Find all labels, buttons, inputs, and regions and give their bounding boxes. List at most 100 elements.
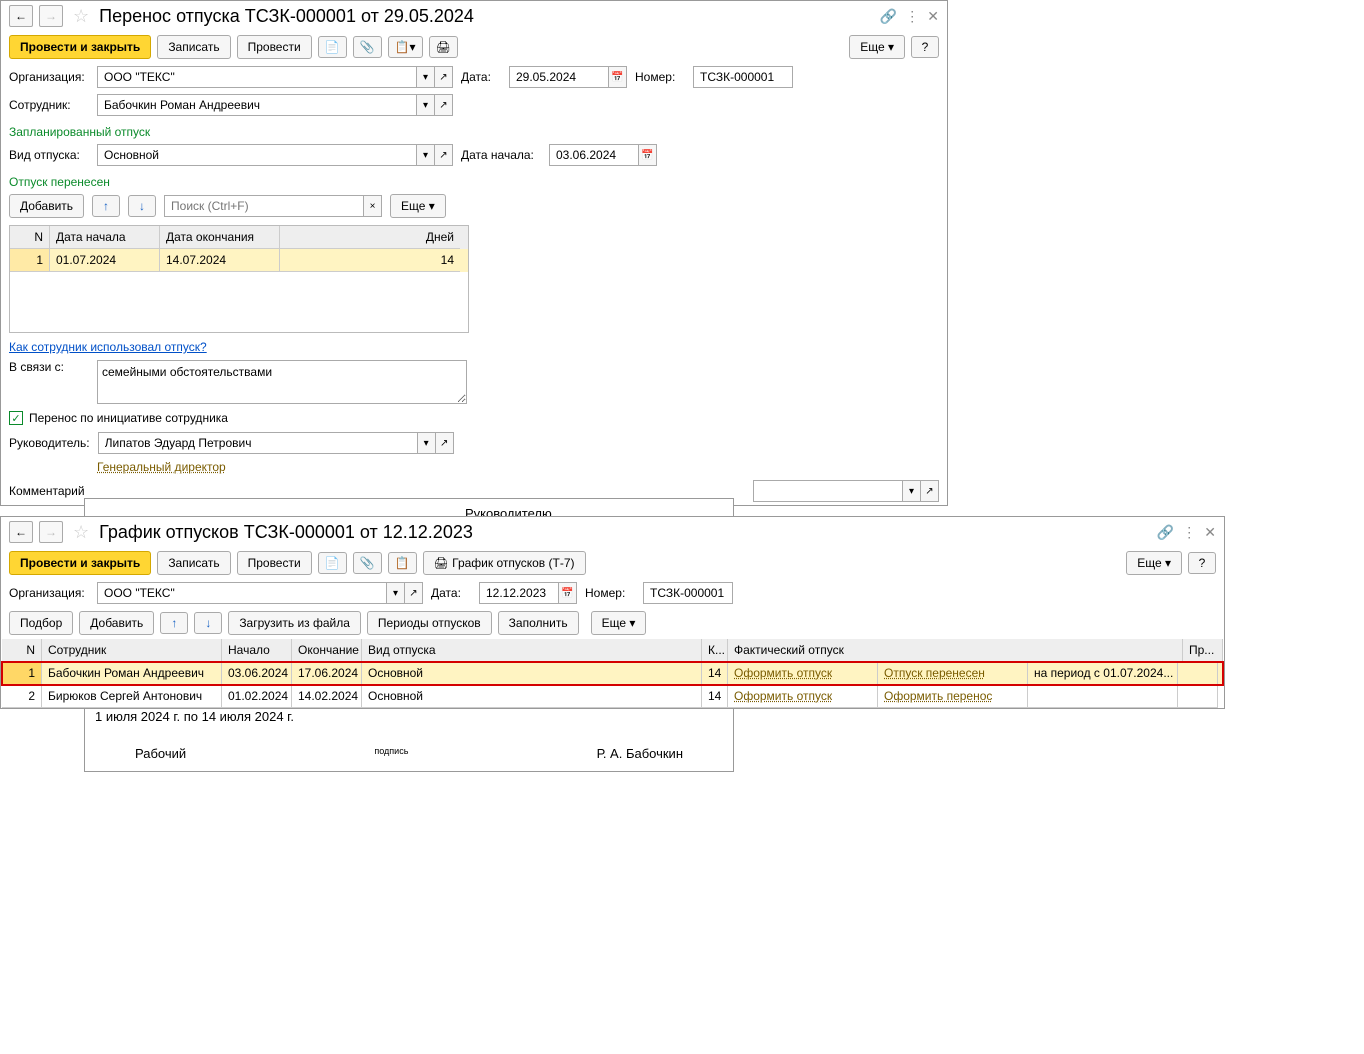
td-days: 14	[280, 249, 460, 272]
date-input[interactable]	[509, 66, 609, 88]
grid-row[interactable]: 2 Бирюков Сергей Антонович 01.02.2024 14…	[2, 685, 1223, 708]
date-calendar-button-2[interactable]: 📅	[559, 582, 577, 604]
move-up-button-2[interactable]: ↑	[160, 612, 188, 634]
save-button-2[interactable]: Записать	[157, 551, 230, 575]
table-more-button[interactable]: Еще ▾	[390, 194, 446, 218]
employee-input[interactable]	[97, 94, 417, 116]
post-and-close-button-2[interactable]: Провести и закрыть	[9, 551, 151, 575]
close-icon[interactable]: ✕	[927, 8, 939, 25]
search-clear-button[interactable]: ×	[364, 195, 382, 217]
th-days[interactable]: Дней	[280, 226, 460, 249]
close-icon-2[interactable]: ✕	[1204, 524, 1216, 541]
start-date-calendar-button[interactable]: 📅	[639, 144, 657, 166]
grid-more-button[interactable]: Еще ▾	[591, 611, 647, 635]
table-row[interactable]: 1 01.07.2024 14.07.2024 14	[10, 249, 468, 272]
org-input-2[interactable]	[97, 582, 387, 604]
th-n[interactable]: N	[10, 226, 50, 249]
document-icon-button-2[interactable]: 📄	[318, 552, 347, 574]
help-button[interactable]: ?	[911, 36, 939, 58]
more-button[interactable]: Еще ▾	[849, 35, 905, 59]
responsible-dropdown-button[interactable]: ▾	[903, 480, 921, 502]
schedule-grid: N Сотрудник Начало Окончание Вид отпуска…	[2, 639, 1223, 708]
link-icon[interactable]: 🔗	[880, 8, 897, 25]
attach-icon-button-2[interactable]: 📎	[353, 552, 382, 574]
responsible-input[interactable]	[753, 480, 903, 502]
org-dropdown-button-2[interactable]: ▾	[387, 582, 405, 604]
number-input-2[interactable]	[643, 582, 733, 604]
org-open-button[interactable]: ↗	[435, 66, 453, 88]
nav-back-button[interactable]: ←	[9, 5, 33, 27]
gh-n[interactable]: N	[2, 639, 42, 662]
post-button-2[interactable]: Провести	[237, 551, 312, 575]
add-button[interactable]: Добавить	[9, 194, 84, 218]
gh-fact[interactable]: Фактический отпуск	[728, 639, 1183, 662]
start-date-input[interactable]	[549, 144, 639, 166]
number-label: Номер:	[635, 70, 685, 84]
kebab-icon[interactable]: ⋮	[905, 8, 919, 25]
nav-forward-button-2[interactable]: →	[39, 521, 63, 543]
move-up-button[interactable]: ↑	[92, 195, 120, 217]
usage-link[interactable]: Как сотрудник использовал отпуск?	[9, 340, 207, 354]
nav-forward-button[interactable]: →	[39, 5, 63, 27]
periods-button[interactable]: Периоды отпусков	[367, 611, 492, 635]
th-start[interactable]: Дата начала	[50, 226, 160, 249]
gh-type[interactable]: Вид отпуска	[362, 639, 702, 662]
nav-back-button-2[interactable]: ←	[9, 521, 33, 543]
gd-type: Основной	[362, 685, 702, 708]
search-input[interactable]	[164, 195, 364, 217]
attach-icon-button[interactable]: 📎	[353, 36, 382, 58]
save-button[interactable]: Записать	[157, 35, 230, 59]
periods-table: N Дата начала Дата окончания Дней 1 01.0…	[9, 225, 469, 333]
print-t7-button[interactable]: 🖨 График отпусков (Т-7)	[423, 551, 586, 575]
favorite-icon[interactable]: ☆	[73, 6, 89, 27]
move-down-button[interactable]: ↓	[128, 195, 156, 217]
date-input-2[interactable]	[479, 582, 559, 604]
employee-dropdown-button[interactable]: ▾	[417, 94, 435, 116]
link-icon-2[interactable]: 🔗	[1157, 524, 1174, 541]
more-button-2[interactable]: Еще ▾	[1126, 551, 1182, 575]
kebab-icon-2[interactable]: ⋮	[1182, 524, 1196, 541]
template-icon-button[interactable]: 📋▾	[388, 36, 423, 58]
vac-type-dropdown-button[interactable]: ▾	[417, 144, 435, 166]
document-icon-button[interactable]: 📄	[318, 36, 347, 58]
favorite-icon-2[interactable]: ☆	[73, 522, 89, 543]
gd-status-link[interactable]: Оформить перенос	[884, 689, 992, 703]
load-file-button[interactable]: Загрузить из файла	[228, 611, 361, 635]
gd-emp: Бабочкин Роман Андреевич	[42, 662, 222, 685]
pick-button[interactable]: Подбор	[9, 611, 73, 635]
gd-fact-link[interactable]: Оформить отпуск	[734, 689, 832, 703]
gd-status-link[interactable]: Отпуск перенесен	[884, 666, 985, 680]
print-icon-button[interactable]: 🖨	[429, 36, 458, 58]
responsible-open-button[interactable]: ↗	[921, 480, 939, 502]
post-and-close-button[interactable]: Провести и закрыть	[9, 35, 151, 59]
employee-open-button[interactable]: ↗	[435, 94, 453, 116]
move-down-button-2[interactable]: ↓	[194, 612, 222, 634]
vac-type-open-button[interactable]: ↗	[435, 144, 453, 166]
gh-pr[interactable]: Пр...	[1183, 639, 1223, 662]
grid-row[interactable]: 1 Бабочкин Роман Андреевич 03.06.2024 17…	[2, 662, 1223, 685]
gh-emp[interactable]: Сотрудник	[42, 639, 222, 662]
org-open-button-2[interactable]: ↗	[405, 582, 423, 604]
window-title-2: График отпусков ТСЗК-000001 от 12.12.202…	[99, 522, 473, 543]
vac-type-input[interactable]	[97, 144, 417, 166]
gh-end[interactable]: Окончание	[292, 639, 362, 662]
org-input[interactable]	[97, 66, 417, 88]
number-input[interactable]	[693, 66, 793, 88]
date-calendar-button[interactable]: 📅	[609, 66, 627, 88]
template-icon-button-2[interactable]: 📋	[388, 552, 417, 574]
org-dropdown-button[interactable]: ▾	[417, 66, 435, 88]
manager-dropdown-button[interactable]: ▾	[418, 432, 436, 454]
help-button-2[interactable]: ?	[1188, 552, 1216, 574]
gh-start[interactable]: Начало	[222, 639, 292, 662]
manager-open-button[interactable]: ↗	[436, 432, 454, 454]
fill-button[interactable]: Заполнить	[498, 611, 579, 635]
gh-k[interactable]: К...	[702, 639, 728, 662]
gd-fact-link[interactable]: Оформить отпуск	[734, 666, 832, 680]
th-end[interactable]: Дата окончания	[160, 226, 280, 249]
manager-position-link[interactable]: Генеральный директор	[97, 460, 226, 474]
add-button-2[interactable]: Добавить	[79, 611, 154, 635]
initiative-checkbox[interactable]: ✓	[9, 411, 23, 425]
post-button[interactable]: Провести	[237, 35, 312, 59]
reason-textarea[interactable]	[97, 360, 467, 404]
manager-input[interactable]	[98, 432, 418, 454]
